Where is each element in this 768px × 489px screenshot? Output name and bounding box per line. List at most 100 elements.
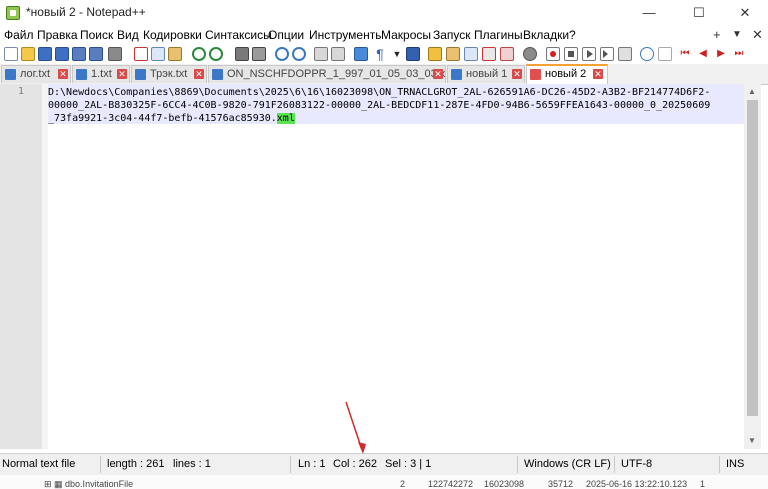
editor-text[interactable]: D:\Newdocs\Companies\8869\Documents\2025… bbox=[48, 86, 710, 125]
menu-language[interactable]: Синтаксисы bbox=[205, 28, 272, 42]
next-mark-icon[interactable]: ▶ bbox=[714, 47, 728, 61]
new-tab-plus-icon[interactable]: + bbox=[713, 27, 721, 42]
tab-new1[interactable]: новый 1 ✕ bbox=[447, 65, 525, 83]
stop-macro-icon[interactable] bbox=[546, 47, 560, 61]
undo-icon[interactable] bbox=[192, 47, 206, 61]
nav-forward-icon[interactable] bbox=[658, 47, 672, 61]
zoom-in-icon[interactable] bbox=[275, 47, 289, 61]
word-wrap-icon[interactable] bbox=[354, 47, 368, 61]
window-title: *новый 2 - Notepad++ bbox=[26, 5, 146, 19]
status-sel: Sel : 3 | 1 bbox=[385, 458, 432, 470]
status-length: length : 261 bbox=[107, 458, 165, 470]
arrow-head bbox=[358, 442, 366, 454]
close-icon[interactable] bbox=[72, 47, 86, 61]
menu-search[interactable]: Поиск bbox=[80, 28, 113, 42]
tab-close-icon[interactable]: ✕ bbox=[512, 69, 522, 79]
indent-guide-icon[interactable] bbox=[406, 47, 420, 61]
editor-area[interactable]: D:\Newdocs\Companies\8869\Documents\2025… bbox=[48, 84, 744, 449]
tab-list-dropdown-icon[interactable]: ▼ bbox=[732, 29, 742, 40]
file-icon bbox=[5, 69, 16, 80]
open-file-icon[interactable] bbox=[21, 47, 35, 61]
dropdown-arrow-icon[interactable]: ▼ bbox=[390, 47, 404, 61]
udl-icon[interactable] bbox=[428, 47, 442, 61]
status-ln: Ln : 1 bbox=[298, 458, 326, 470]
menu-view[interactable]: Вид bbox=[117, 28, 139, 42]
stop-icon[interactable] bbox=[564, 47, 578, 61]
print-icon[interactable] bbox=[108, 47, 122, 61]
text-line-1: D:\Newdocs\Companies\8869\Documents\2025… bbox=[48, 87, 711, 98]
close-all-icon[interactable] bbox=[89, 47, 103, 61]
maximize-button[interactable]: ☐ bbox=[676, 0, 722, 26]
tab-close-icon[interactable]: ✕ bbox=[433, 69, 443, 79]
minimize-button[interactable]: — bbox=[626, 0, 672, 26]
zoom-out-icon[interactable] bbox=[292, 47, 306, 61]
find-icon[interactable] bbox=[235, 47, 249, 61]
menu-plugins[interactable]: Плагины bbox=[474, 28, 523, 42]
tab-xsd[interactable]: ON_NSCHFDOPPR_1_997_01_05_03_03.xsd ✕ bbox=[208, 65, 446, 83]
status-bar: Normal text file length : 261 lines : 1 … bbox=[0, 453, 768, 476]
tab-label: 1.txt bbox=[91, 68, 112, 80]
annotation-arrow bbox=[345, 401, 366, 454]
play-macro-icon[interactable] bbox=[582, 47, 596, 61]
status-divider bbox=[614, 456, 615, 473]
scroll-up-icon[interactable]: ▲ bbox=[748, 87, 756, 96]
status-file-type: Normal text file bbox=[2, 458, 76, 470]
status-divider bbox=[290, 456, 291, 473]
last-mark-icon[interactable]: ⏭ bbox=[732, 47, 746, 61]
text-line-3: _73fa9921-3c04-44f7-befb-41576ac85930. bbox=[48, 113, 277, 124]
menu-edit[interactable]: Правка bbox=[37, 28, 78, 42]
grid-cell: 2025-06-16 13:22:10.123 bbox=[586, 479, 688, 489]
file-icon bbox=[135, 69, 146, 80]
close-button[interactable]: ✕ bbox=[722, 0, 768, 26]
bookmark-icon[interactable]: ⏮ bbox=[678, 47, 692, 61]
cut-icon[interactable] bbox=[134, 47, 148, 61]
tree-item-invitationfile: ⊞ ▦ dbo.InvitationFile bbox=[44, 479, 134, 489]
copy-icon[interactable] bbox=[151, 47, 165, 61]
menu-help[interactable]: ? bbox=[569, 28, 576, 42]
nav-back-icon[interactable] bbox=[640, 47, 654, 61]
scrollbar-thumb[interactable] bbox=[747, 100, 758, 416]
redo-icon[interactable] bbox=[209, 47, 223, 61]
doc-map-icon[interactable] bbox=[446, 47, 460, 61]
sync-h-icon[interactable] bbox=[331, 47, 345, 61]
save-all-icon[interactable] bbox=[55, 47, 69, 61]
menu-settings[interactable]: Опции bbox=[268, 28, 304, 42]
new-file-icon[interactable] bbox=[4, 47, 18, 61]
paste-icon[interactable] bbox=[168, 47, 182, 61]
menu-bar: Файл Правка Поиск Вид Кодировки Синтакси… bbox=[0, 26, 768, 44]
tab-log[interactable]: лог.txt ✕ bbox=[1, 65, 71, 83]
close-tab-icon[interactable]: ✕ bbox=[752, 27, 763, 43]
toolbar: ¶ ▼ ⏮ ◀ ▶ ⏭ bbox=[0, 44, 768, 64]
menu-macro[interactable]: Макросы bbox=[381, 28, 431, 42]
record-macro-icon[interactable] bbox=[523, 47, 537, 61]
tab-close-icon[interactable]: ✕ bbox=[117, 69, 127, 79]
tab-close-icon[interactable]: ✕ bbox=[58, 69, 68, 79]
menu-file[interactable]: Файл bbox=[4, 28, 34, 42]
tab-close-icon[interactable]: ✕ bbox=[593, 69, 603, 79]
show-all-chars-icon[interactable]: ¶ bbox=[373, 47, 387, 61]
file-icon bbox=[451, 69, 462, 80]
run-macro-multiple-icon[interactable] bbox=[600, 47, 614, 61]
menu-run[interactable]: Запуск bbox=[433, 28, 471, 42]
save-icon[interactable] bbox=[38, 47, 52, 61]
replace-icon[interactable] bbox=[252, 47, 266, 61]
menu-window[interactable]: Вкладки bbox=[523, 28, 569, 42]
tab-close-icon[interactable]: ✕ bbox=[194, 69, 204, 79]
menu-tools[interactable]: Инструменты bbox=[309, 28, 384, 42]
function-list-icon[interactable] bbox=[464, 47, 478, 61]
background-window: ⊞ ▦ dbo.InvitationFile 2 122742272 16023… bbox=[0, 475, 768, 489]
sync-v-icon[interactable] bbox=[314, 47, 328, 61]
tab-label: новый 2 bbox=[545, 68, 587, 80]
menu-encoding[interactable]: Кодировки bbox=[143, 28, 202, 42]
save-macro-icon[interactable] bbox=[618, 47, 632, 61]
status-divider bbox=[719, 456, 720, 473]
scroll-down-icon[interactable]: ▼ bbox=[748, 436, 756, 445]
tab-label: лог.txt bbox=[20, 68, 50, 80]
tab-trek[interactable]: Трэк.txt ✕ bbox=[131, 65, 207, 83]
monitoring-icon[interactable] bbox=[500, 47, 514, 61]
tab-1txt[interactable]: 1.txt ✕ bbox=[72, 65, 130, 83]
tab-new2[interactable]: новый 2 ✕ bbox=[526, 64, 608, 84]
folder-workspace-icon[interactable] bbox=[482, 47, 496, 61]
prev-mark-icon[interactable]: ◀ bbox=[696, 47, 710, 61]
vertical-scrollbar[interactable]: ▲ ▼ bbox=[744, 84, 761, 449]
